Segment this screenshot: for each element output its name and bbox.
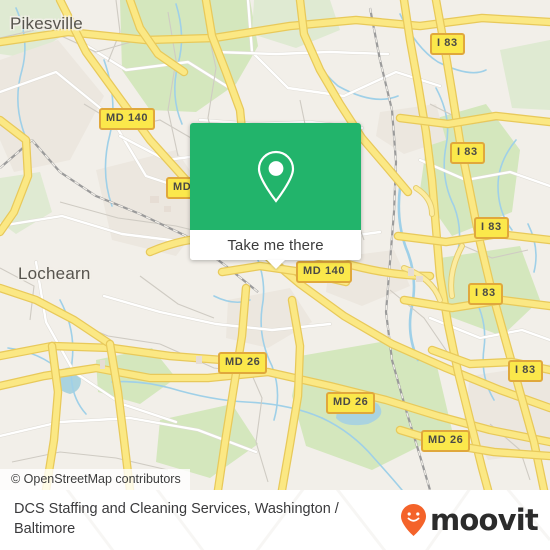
take-me-there-label: Take me there <box>227 236 324 254</box>
highway-shield-i83-a: I 83 <box>430 33 465 55</box>
highway-shield-i83-c: I 83 <box>474 217 509 239</box>
popup-pointer-tail <box>266 260 285 269</box>
place-title: DCS Staffing and Cleaning Services, Wash… <box>14 501 339 537</box>
highway-shield-i83-b: I 83 <box>450 142 485 164</box>
highway-shield-i83-d: I 83 <box>468 283 503 305</box>
popup-header <box>190 123 361 230</box>
highway-shield-md26-c: MD 26 <box>421 430 471 452</box>
highway-shield-md26-a: MD 26 <box>218 352 268 374</box>
popup-action-bar[interactable]: Take me there <box>190 230 361 260</box>
moovit-logo[interactable]: moovit <box>400 502 539 537</box>
location-popup-card[interactable]: Take me there <box>190 123 361 269</box>
map-pin-icon <box>257 150 294 203</box>
moovit-smiley-pin-icon <box>401 504 427 536</box>
highway-shield-md140-c: MD 140 <box>296 261 353 283</box>
highway-shield-md26-b: MD 26 <box>326 392 376 414</box>
openstreetmap-attribution[interactable]: © OpenStreetMap contributors <box>0 469 190 490</box>
map-screenshot: .rd-cas { fill:none; stroke:#e8c95a; str… <box>0 0 550 550</box>
footer-bar: DCS Staffing and Cleaning Services, Wash… <box>0 490 550 550</box>
highway-shield-md140-a: MD 140 <box>99 108 156 130</box>
map-canvas[interactable]: .rd-cas { fill:none; stroke:#e8c95a; str… <box>0 0 550 490</box>
highway-shield-i83-e: I 83 <box>508 360 543 382</box>
moovit-wordmark: moovit <box>430 502 539 537</box>
